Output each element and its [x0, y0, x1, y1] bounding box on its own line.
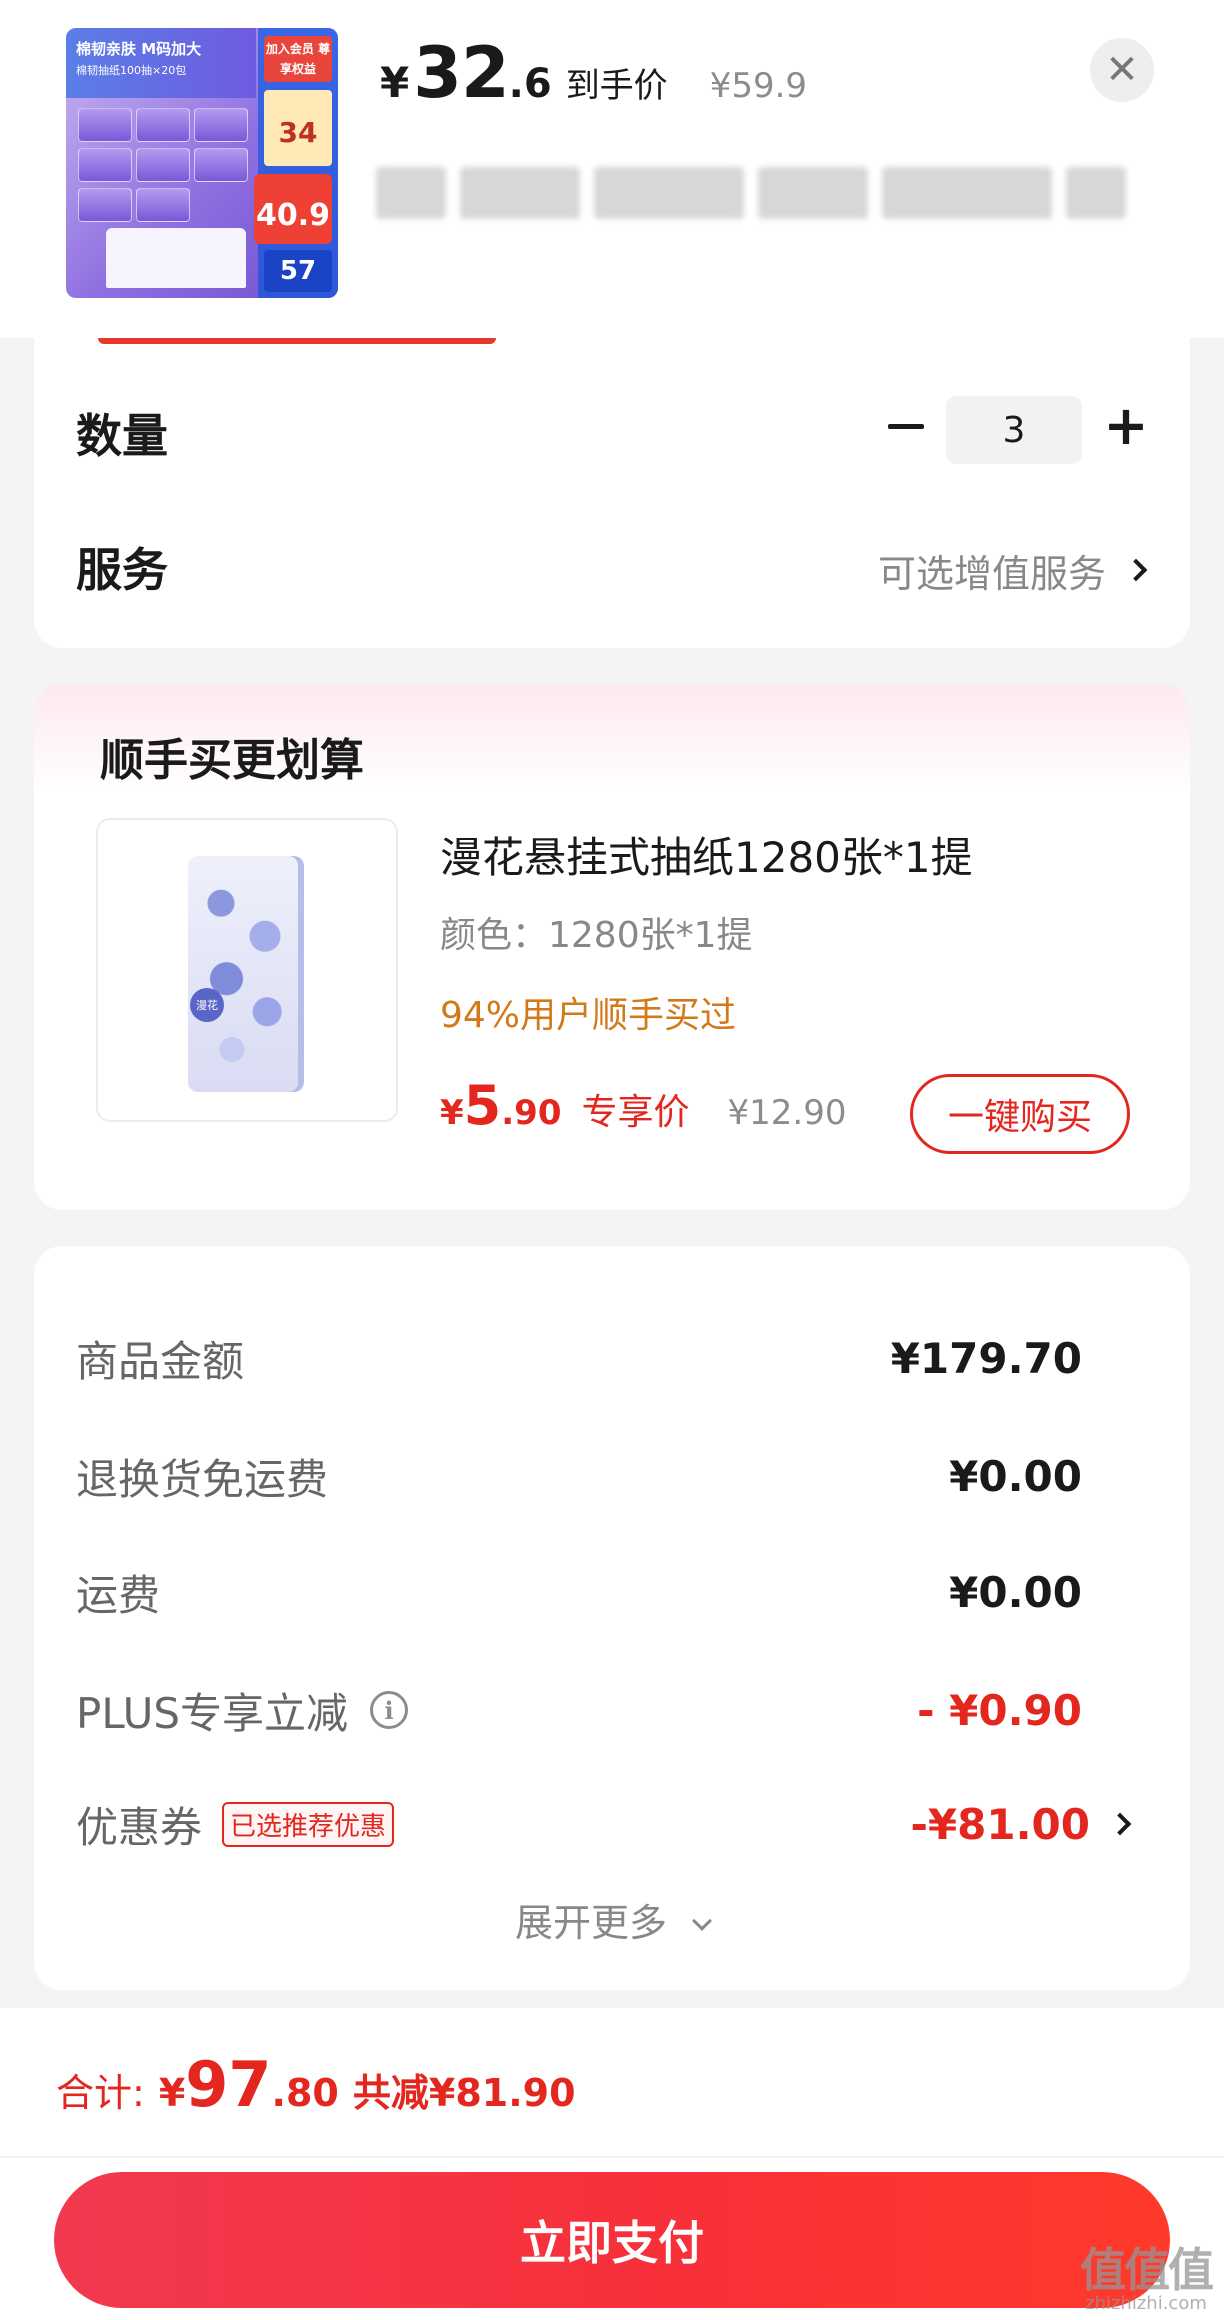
service-link-text: 可选增值服务: [877, 551, 1106, 596]
price-integer: 32: [413, 32, 509, 114]
thumbnail-banner-subtext: 棉韧抽纸100抽×20包: [76, 64, 187, 77]
value-added-service-link[interactable]: 可选增值服务: [877, 540, 1148, 600]
total-decimal: .80: [271, 2071, 339, 2115]
order-total: 合计: ¥ 97 .80 共减¥81.90: [56, 2048, 576, 2121]
recommend-price: ¥ 5 .90 专享价 ¥12.90: [440, 1074, 846, 1137]
header-price: ¥ 32 .6 到手价 ¥59.9: [380, 32, 808, 114]
summary-value: ¥0.00: [949, 1567, 1082, 1617]
coupon-recommended-badge: 已选推荐优惠: [222, 1801, 395, 1847]
total-currency: ¥: [158, 2071, 186, 2115]
watermark-url: zhizhizhi.com: [1085, 2293, 1207, 2314]
quantity-input[interactable]: 3: [946, 396, 1082, 464]
recommend-card: 顺手买更划算 漫花 漫花悬挂式抽纸1280张*1提 颜色：1280张*1提 94…: [34, 684, 1190, 1210]
price-tag-label: 到手价: [565, 66, 668, 106]
quantity-decrease-button[interactable]: [882, 402, 930, 450]
recommend-buyers-note: 94%用户顺手买过: [440, 995, 737, 1036]
recommend-product-image[interactable]: 漫花: [96, 818, 398, 1122]
thumbnail-badge-34: 34: [264, 90, 332, 166]
order-summary-card: 商品金额 ¥179.70 退换货免运费 ¥0.00 运费 ¥0.00 PLUS专…: [34, 1246, 1190, 1990]
summary-label: 退换货免运费: [76, 1454, 329, 1504]
service-label: 服务: [76, 543, 168, 597]
summary-label: PLUS专享立减 i: [76, 1680, 409, 1741]
coupon-value: -¥81.00: [910, 1799, 1090, 1849]
quantity-label: 数量: [76, 409, 168, 463]
summary-value: ¥179.70: [890, 1333, 1082, 1383]
total-label: 合计:: [56, 2071, 145, 2115]
plus-discount-label: PLUS专享立减: [76, 1688, 349, 1738]
options-card: 数量 3 + 服务 可选增值服务: [34, 338, 1190, 648]
spec-selector-edge: [98, 338, 496, 344]
chevron-right-icon: [1108, 1812, 1132, 1836]
recommend-product-spec: 颜色：1280张*1提: [440, 915, 753, 956]
thumbnail-banner: 棉韧亲肤 M码加大 棉韧抽纸100抽×20包: [66, 28, 256, 98]
summary-row-shipping: 运费 ¥0.00: [76, 1562, 1128, 1622]
thumbnail-badge-57: 57: [264, 250, 332, 292]
summary-value: -¥81.00: [910, 1799, 1132, 1849]
summary-row-return-shipping: 退换货免运费 ¥0.00: [76, 1446, 1128, 1506]
summary-row-goods-amount: 商品金额 ¥179.70: [76, 1328, 1128, 1388]
pay-now-button[interactable]: 立即支付: [54, 2172, 1170, 2308]
close-icon: ✕: [1105, 47, 1139, 93]
thumbnail-member-badge: 加入会员 尊享权益: [264, 36, 332, 82]
total-integer: 97: [185, 2048, 272, 2121]
total-saved: 共减¥81.90: [352, 2071, 576, 2115]
quantity-increase-button[interactable]: +: [1102, 399, 1150, 453]
recommend-original-price: ¥12.90: [727, 1093, 847, 1133]
price-currency: ¥: [380, 58, 410, 107]
info-icon[interactable]: i: [370, 1691, 409, 1729]
coupon-label: 优惠券: [76, 1802, 203, 1852]
exclusive-price-label: 专享价: [581, 1092, 690, 1133]
summary-row-coupon[interactable]: 优惠券 已选推荐优惠 -¥81.00: [76, 1794, 1132, 1855]
pack-brand-label: 漫花: [190, 988, 224, 1022]
summary-label: 商品金额: [76, 1336, 245, 1386]
site-watermark: 值值值 zhizhizhi.com: [1080, 2243, 1214, 2314]
thumbnail-tissue: [106, 228, 246, 288]
product-header: 棉韧亲肤 M码加大 棉韧抽纸100抽×20包 加入会员 尊享权益 34 40.9…: [0, 0, 1224, 338]
summary-value: ¥0.00: [949, 1451, 1082, 1501]
product-thumbnail: 棉韧亲肤 M码加大 棉韧抽纸100抽×20包 加入会员 尊享权益 34 40.9…: [66, 28, 338, 298]
product-title-blurred: [376, 150, 1146, 236]
chevron-right-icon: [1124, 558, 1148, 582]
close-button[interactable]: ✕: [1090, 38, 1154, 102]
recommend-price-integer: 5: [463, 1074, 502, 1137]
chevron-down-icon: [692, 1911, 712, 1931]
price-decimal: .6: [508, 61, 552, 107]
recommend-heading: 顺手买更划算: [100, 735, 364, 786]
one-click-buy-button[interactable]: 一键购买: [910, 1074, 1130, 1154]
footer-divider: [0, 2156, 1224, 2158]
recommend-product-name[interactable]: 漫花悬挂式抽纸1280张*1提: [440, 824, 973, 885]
original-price: ¥59.9: [709, 66, 808, 106]
expand-more-label: 展开更多: [514, 1901, 667, 1945]
summary-label: 优惠券 已选推荐优惠: [76, 1794, 395, 1855]
summary-value: - ¥0.90: [917, 1685, 1082, 1735]
thumbnail-banner-text: 棉韧亲肤 M码加大: [76, 40, 202, 58]
expand-more-button[interactable]: 展开更多: [34, 1892, 1190, 1947]
summary-row-plus-discount: PLUS专享立减 i - ¥0.90: [76, 1680, 1128, 1740]
recommend-price-decimal: .90: [501, 1093, 562, 1133]
watermark-logo: 值值值: [1080, 2243, 1214, 2297]
summary-label: 运费: [76, 1570, 161, 1620]
recommend-price-currency: ¥: [440, 1093, 464, 1133]
thumbnail-badge-40-9: 40.9: [254, 174, 332, 244]
tissue-pack-image: [188, 856, 298, 1092]
checkout-footer: 合计: ¥ 97 .80 共减¥81.90 立即支付 值值值 zhizhizhi…: [0, 2008, 1224, 2320]
